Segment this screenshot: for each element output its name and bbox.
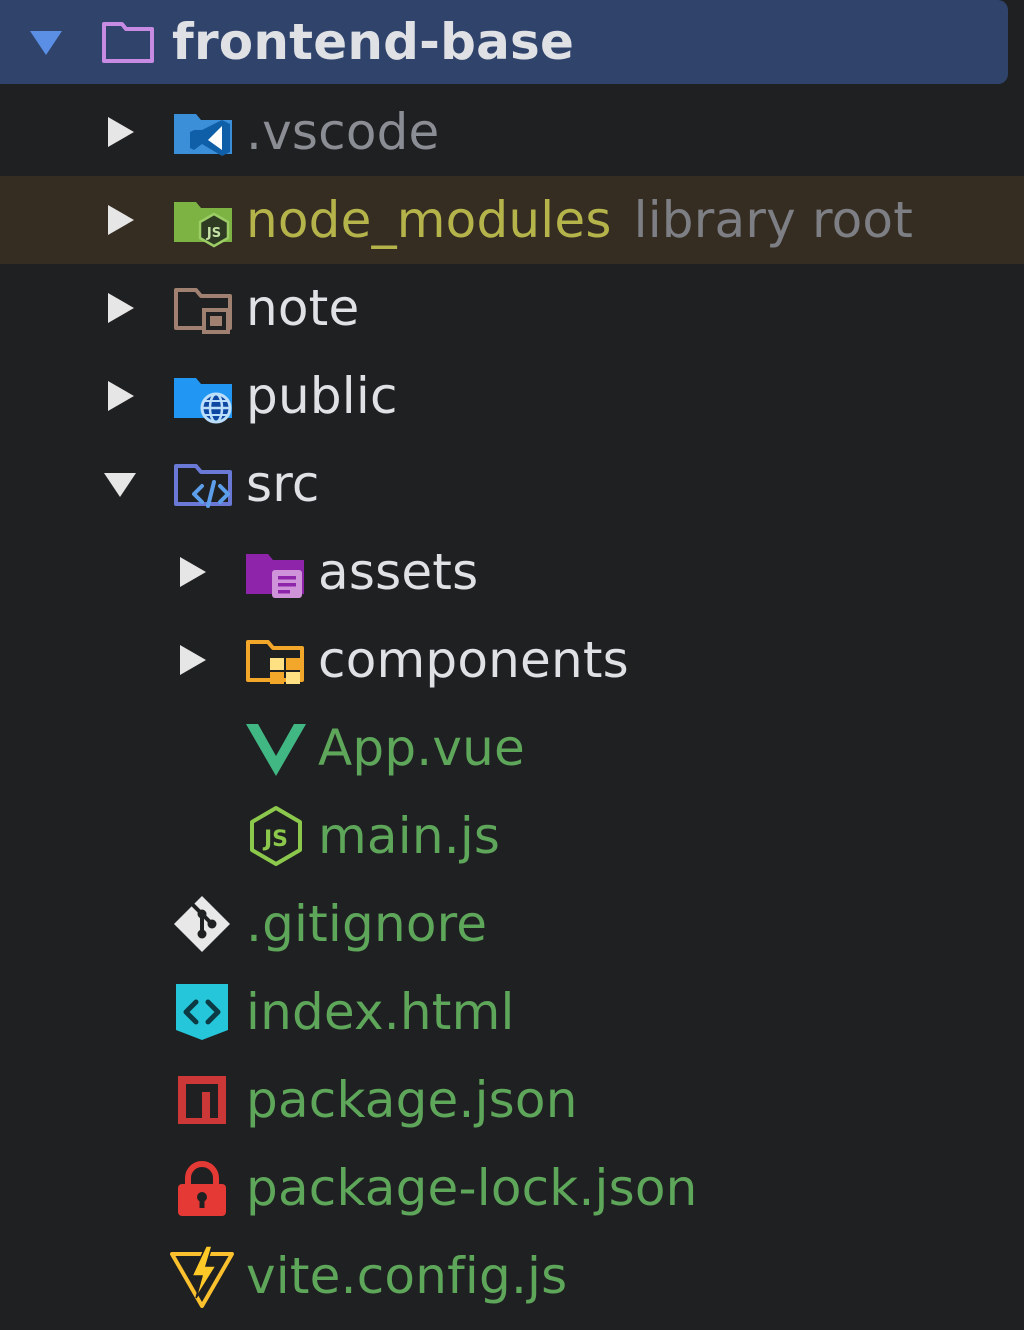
- tree-row-label: index.html: [246, 983, 515, 1041]
- tree-row-vscode[interactable]: .vscode: [0, 88, 1024, 176]
- tree-row-label: src: [246, 455, 320, 513]
- tree-row-gitignore[interactable]: .gitignore: [0, 880, 1024, 968]
- svg-text:JS: JS: [206, 226, 221, 241]
- tree-row-label: frontend-base: [172, 13, 575, 71]
- tree-row-label: vite.config.js: [246, 1247, 568, 1305]
- tree-row-label: main.js: [318, 807, 501, 865]
- folder-outline-icon: [96, 10, 160, 74]
- tree-row-label: .vscode: [246, 103, 440, 161]
- tree-row-index-html[interactable]: index.html: [0, 968, 1024, 1056]
- chevron-right-icon[interactable]: [100, 200, 140, 240]
- vite-icon: [170, 1244, 234, 1308]
- lock-icon: [170, 1156, 234, 1220]
- tree-row-vite-config-js[interactable]: vite.config.js: [0, 1232, 1024, 1320]
- chevron-right-icon[interactable]: [100, 112, 140, 152]
- nodejs-icon: JS: [244, 804, 308, 868]
- tree-row-label: package.json: [246, 1071, 578, 1129]
- tree-row-frontend-base[interactable]: frontend-base: [0, 0, 1008, 84]
- tree-row-label: .gitignore: [246, 895, 488, 953]
- chevron-down-icon[interactable]: [100, 464, 140, 504]
- vscode-folder-icon: [172, 100, 236, 164]
- vue-icon: [244, 716, 308, 780]
- excluded-folder-icon: [172, 276, 236, 340]
- tree-row-label: node_modules: [246, 191, 612, 249]
- tree-row-public[interactable]: public: [0, 352, 1024, 440]
- source-folder-icon: [172, 452, 236, 516]
- tree-row-assets[interactable]: assets: [0, 528, 1024, 616]
- components-folder-icon: [244, 628, 308, 692]
- tree-row-package-lock-json[interactable]: package-lock.json: [0, 1144, 1024, 1232]
- tree-row-main-js[interactable]: JS main.js: [0, 792, 1024, 880]
- nodejs-folder-icon: JS: [172, 188, 236, 252]
- tree-row-label: note: [246, 279, 360, 337]
- chevron-right-icon[interactable]: [100, 376, 140, 416]
- tree-row-label: App.vue: [318, 719, 526, 777]
- tree-row-label: assets: [318, 543, 479, 601]
- tree-row-node-modules[interactable]: JS node_modules library root: [0, 176, 1024, 264]
- tree-row-label: public: [246, 367, 398, 425]
- html-icon: [170, 980, 234, 1044]
- project-tree: frontend-base .vscode JS node_modules li…: [0, 0, 1024, 1330]
- chevron-right-icon[interactable]: [172, 640, 212, 680]
- assets-folder-icon: [244, 540, 308, 604]
- chevron-right-icon[interactable]: [100, 288, 140, 328]
- npm-icon: [170, 1068, 234, 1132]
- tree-row-label: components: [318, 631, 629, 689]
- svg-text:JS: JS: [262, 827, 288, 852]
- tree-row-app-vue[interactable]: App.vue: [0, 704, 1024, 792]
- library-root-hint: library root: [633, 191, 914, 249]
- chevron-right-icon[interactable]: [172, 552, 212, 592]
- tree-row-package-json[interactable]: package.json: [0, 1056, 1024, 1144]
- chevron-down-icon[interactable]: [26, 22, 66, 62]
- tree-row-label: package-lock.json: [246, 1159, 698, 1217]
- globe-folder-icon: [172, 364, 236, 428]
- tree-row-src[interactable]: src: [0, 440, 1024, 528]
- tree-row-components[interactable]: components: [0, 616, 1024, 704]
- tree-row-note[interactable]: note: [0, 264, 1024, 352]
- git-icon: [170, 892, 234, 956]
- tree-row-label-group: node_modules library root: [246, 195, 913, 245]
